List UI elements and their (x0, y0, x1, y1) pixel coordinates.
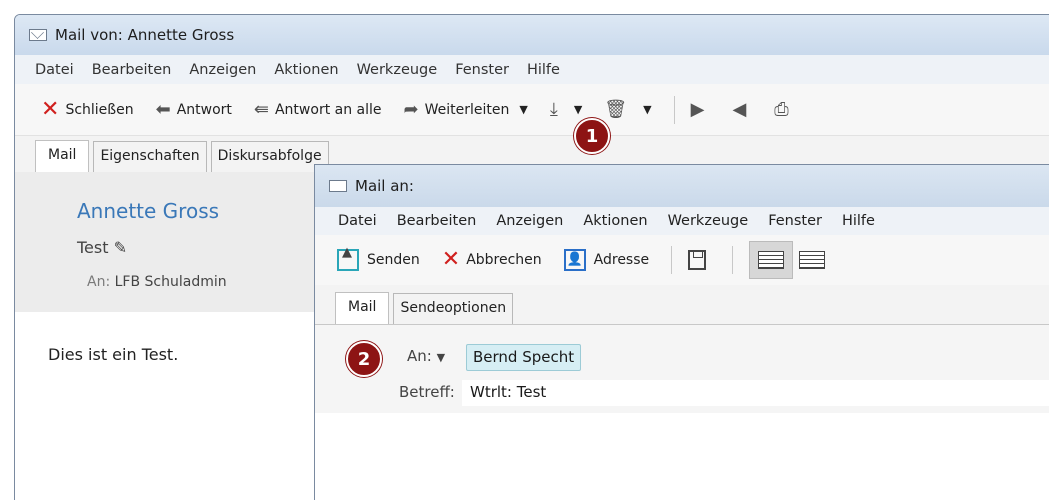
print-icon: ⎙ (774, 98, 789, 120)
toolbar: ✕ Schließen ⬅ Antwort ⇚ Antwort an alle … (15, 84, 1049, 136)
cancel-icon: ✕ (441, 247, 461, 272)
menu-werkzeuge[interactable]: Werkzeuge (357, 62, 438, 78)
menu-bearbeiten[interactable]: Bearbeiten (397, 213, 477, 229)
cancel-label: Abbrechen (466, 252, 542, 268)
pencil-icon[interactable]: ✎ (114, 238, 127, 257)
send-label: Senden (367, 252, 420, 268)
next-arrow-icon: ▶ (690, 98, 705, 120)
print-button[interactable]: ⎙ (774, 98, 794, 120)
reply-all-button[interactable]: ⇚ Antwort an alle (253, 98, 382, 120)
move-button[interactable]: ⤓ ▼ (549, 98, 582, 120)
close-label: Schließen (65, 101, 134, 118)
cancel-button[interactable]: ✕ Abbrechen (442, 249, 542, 271)
reply-all-label: Antwort an alle (274, 101, 382, 118)
forward-button[interactable]: ➦ Weiterleiten ▼ (403, 98, 528, 120)
menu-anzeigen[interactable]: Anzeigen (189, 62, 256, 78)
tab-diskursabfolge[interactable]: Diskursabfolge (210, 141, 329, 172)
menu-fenster[interactable]: Fenster (455, 62, 509, 78)
step-badge-2: 2 (346, 341, 382, 377)
toolbar-separator (732, 246, 734, 274)
forward-label: Weiterleiten (424, 101, 510, 118)
compose-window: Mail an: Datei Bearbeiten Anzeigen Aktio… (314, 164, 1049, 500)
menu-datei[interactable]: Datei (338, 213, 377, 229)
delete-dropdown-icon[interactable]: ▼ (643, 103, 651, 116)
forward-dropdown-icon[interactable]: ▼ (519, 103, 527, 116)
delete-button[interactable]: 🗑 ▼ (604, 98, 651, 120)
html-view-icon[interactable] (799, 251, 826, 269)
previous-button[interactable]: ◀ (732, 98, 752, 120)
sender-name[interactable]: Annette Gross (77, 199, 219, 223)
tab-sendeoptionen[interactable]: Sendeoptionen (393, 293, 514, 324)
to-label-text: An: (407, 347, 432, 365)
compose-tabs: Mail Sendeoptionen (315, 285, 1049, 325)
toolbar-separator (673, 95, 675, 124)
compose-toolbar: Senden ✕ Abbrechen 👤 Adresse (315, 235, 1049, 285)
to-dropdown-icon[interactable]: ▼ (437, 351, 445, 364)
title-bar: Mail von: Annette Gross (15, 15, 1049, 55)
tab-mail[interactable]: Mail (35, 140, 90, 172)
menu-fenster[interactable]: Fenster (768, 213, 822, 229)
reply-all-icon: ⇚ (253, 98, 269, 120)
toolbar-separator (671, 246, 673, 274)
envelope-icon (29, 29, 47, 41)
message-body: Dies ist ein Test. (48, 345, 179, 364)
subject-line: Test ✎ (77, 238, 127, 257)
menu-aktionen[interactable]: Aktionen (274, 62, 338, 78)
menu-anzeigen[interactable]: Anzeigen (496, 213, 563, 229)
recipient-line: An: LFB Schuladmin (87, 274, 227, 290)
view-mode-selected[interactable] (749, 241, 794, 279)
next-button[interactable]: ▶ (690, 98, 711, 120)
trash-icon: 🗑 (604, 98, 628, 120)
subject-text: Test (77, 238, 109, 257)
forward-icon: ➦ (403, 98, 419, 120)
text-view-icon (758, 251, 785, 269)
compose-title: Mail an: (355, 177, 414, 195)
address-button[interactable]: 👤 Adresse (563, 249, 650, 271)
address-book-icon: 👤 (563, 249, 586, 271)
save-icon (688, 250, 707, 270)
to-label: An: (87, 274, 111, 290)
move-to-folder-icon: ⤓ (549, 98, 558, 120)
window-title: Mail von: Annette Gross (55, 26, 235, 44)
reply-button[interactable]: ⬅ Antwort (155, 98, 232, 120)
tab-mail[interactable]: Mail (335, 292, 390, 324)
menu-hilfe[interactable]: Hilfe (842, 213, 875, 229)
move-dropdown-icon[interactable]: ▼ (574, 103, 582, 116)
menu-bar: Datei Bearbeiten Anzeigen Aktionen Werkz… (15, 55, 1049, 84)
send-icon (337, 245, 359, 271)
menu-datei[interactable]: Datei (35, 62, 74, 78)
send-button[interactable]: Senden (337, 245, 420, 271)
envelope-icon (329, 180, 347, 192)
previous-arrow-icon: ◀ (732, 98, 747, 120)
menu-aktionen[interactable]: Aktionen (583, 213, 647, 229)
compose-menu-bar: Datei Bearbeiten Anzeigen Aktionen Werkz… (315, 207, 1049, 235)
message-header: Annette Gross Test ✎ An: LFB Schuladmin (15, 172, 325, 312)
subject-input[interactable]: Wtrlt: Test (462, 380, 1049, 406)
reply-icon: ⬅ (155, 98, 171, 120)
save-draft-button[interactable] (688, 250, 710, 270)
tab-eigenschaften[interactable]: Eigenschaften (93, 141, 207, 172)
close-icon: ✕ (41, 96, 60, 122)
reply-label: Antwort (176, 101, 232, 118)
to-value[interactable]: LFB Schuladmin (115, 274, 227, 290)
compose-fields: An: ▼ Bernd Specht Betreff: Wtrlt: Test (315, 325, 1049, 413)
close-button[interactable]: ✕ Schließen (41, 96, 134, 122)
to-field-label[interactable]: An: ▼ (407, 347, 445, 365)
subject-label: Betreff: (399, 383, 455, 401)
address-label: Adresse (593, 252, 650, 268)
step-badge-1: 1 (574, 118, 610, 154)
compose-title-bar: Mail an: (315, 165, 1049, 207)
menu-bearbeiten[interactable]: Bearbeiten (92, 62, 172, 78)
menu-werkzeuge[interactable]: Werkzeuge (668, 213, 749, 229)
menu-hilfe[interactable]: Hilfe (527, 62, 560, 78)
recipient-chip[interactable]: Bernd Specht (466, 344, 582, 371)
